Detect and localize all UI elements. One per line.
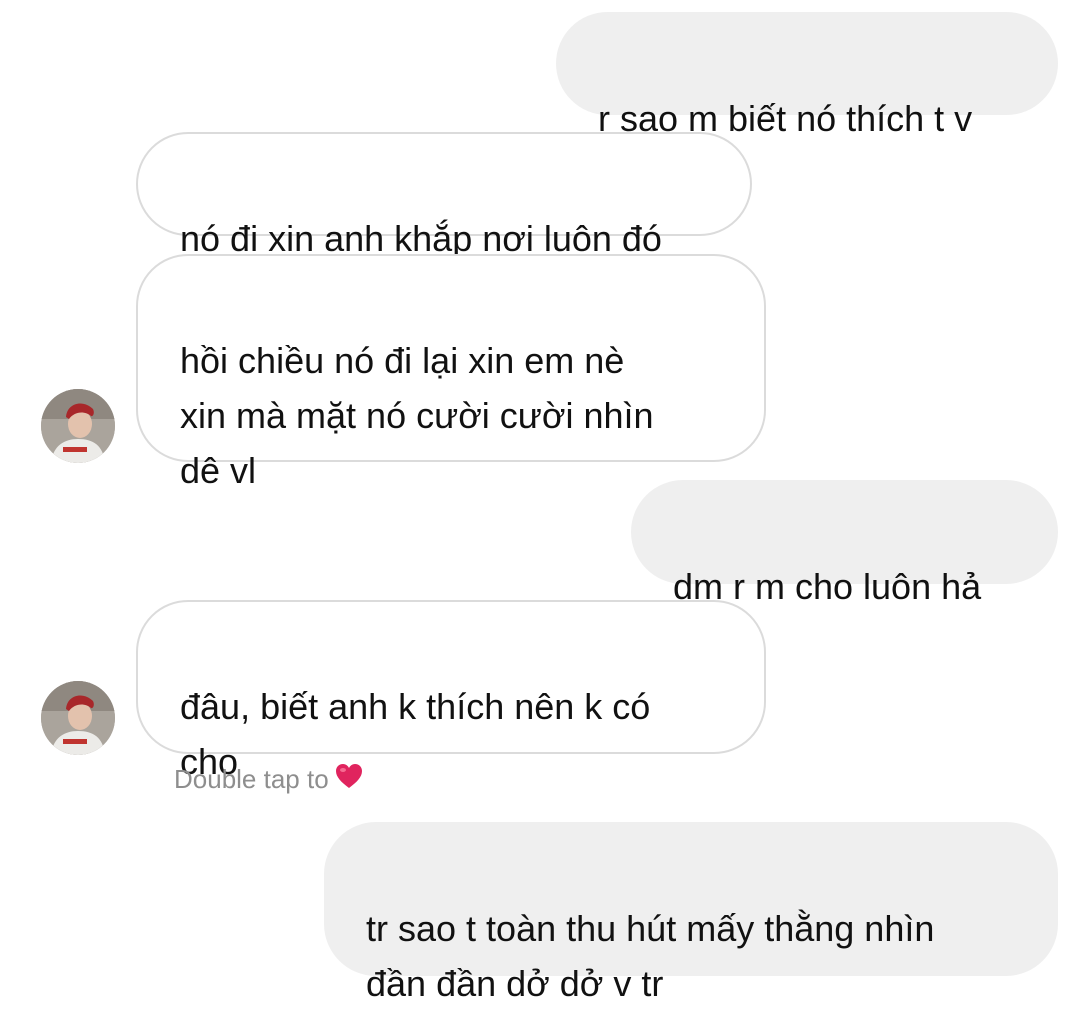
message-text: hồi chiều nó đi lại xin em nè xin mà mặt… (180, 340, 654, 491)
message-text: tr sao t toàn thu hút mấy thằng nhìn đần… (366, 908, 935, 1004)
message-bubble-received[interactable]: nó đi xin anh khắp nơi luôn đó (136, 132, 752, 259)
message-bubble-sent[interactable]: dm r m cho luôn hả (631, 480, 1058, 607)
double-tap-hint: Double tap to (174, 763, 363, 796)
avatar-photo (41, 681, 115, 755)
message-bubble-received[interactable]: hồi chiều nó đi lại xin em nè xin mà mặt… (136, 254, 766, 491)
message-bubble-sent[interactable]: r sao m biết nó thích t v (556, 12, 1058, 139)
sender-avatar[interactable] (41, 681, 115, 755)
sender-avatar[interactable] (41, 389, 115, 463)
hint-text: Double tap to (174, 764, 329, 794)
heart-icon (335, 763, 363, 796)
message-text: nó đi xin anh khắp nơi luôn đó (180, 218, 662, 259)
avatar-photo (41, 389, 115, 463)
message-bubble-received[interactable]: đâu, biết anh k thích nên k có cho (136, 600, 766, 782)
message-bubble-sent[interactable]: tr sao t toàn thu hút mấy thằng nhìn đần… (324, 822, 1058, 1004)
